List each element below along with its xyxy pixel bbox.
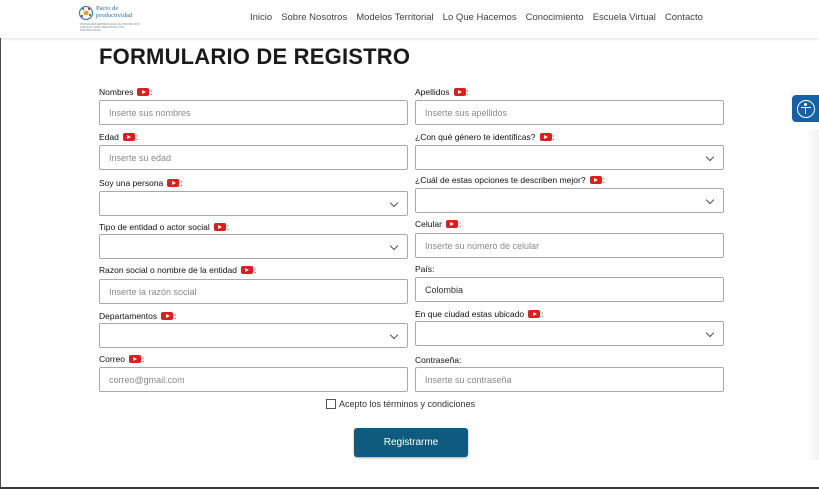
youtube-icon[interactable]: [213, 223, 226, 231]
opciones-label: ¿Cuál de estas opciones te describen mej…: [415, 175, 605, 185]
youtube-icon[interactable]: [122, 133, 135, 141]
persona-label: Soy una persona:: [99, 178, 183, 188]
youtube-icon[interactable]: [167, 179, 180, 187]
edad-input[interactable]: Inserte su edad: [99, 145, 408, 170]
edad-label: Edad:: [99, 132, 139, 142]
terms-row: Acepto los términos y condiciones: [326, 399, 475, 409]
youtube-icon[interactable]: [128, 355, 141, 363]
chevron-down-icon: [705, 195, 715, 205]
chevron-down-icon: [389, 330, 399, 340]
nombres-label: Nombres:: [99, 87, 153, 97]
correo-input[interactable]: correo@gmail.com: [99, 367, 408, 392]
pais-input[interactable]: Colombia: [415, 277, 724, 302]
nombres-input[interactable]: Inserte sus nombres: [99, 100, 408, 125]
youtube-icon[interactable]: [453, 88, 466, 96]
nav-item-sobre-nosotros[interactable]: Sobre Nosotros: [281, 12, 347, 23]
logo-subtext: PROGRAMA EMPRESARIAL DE PROMOCIÓN LABORA…: [80, 22, 140, 32]
departamentos-label: Departamentos:: [99, 311, 177, 321]
apellidos-input[interactable]: Inserte sus apellidos: [415, 100, 724, 125]
chevron-down-icon: [705, 152, 715, 162]
youtube-icon[interactable]: [445, 220, 458, 228]
accessibility-icon: [796, 99, 815, 118]
main-nav: Inicio Sobre Nosotros Modelos Territoria…: [250, 12, 712, 23]
chevron-down-icon: [705, 328, 715, 338]
nav-item-lo-que-hacemos[interactable]: Lo Que Hacemos: [443, 12, 517, 23]
site-header: Pacto de productividad PROGRAMA EMPRESAR…: [0, 0, 819, 38]
youtube-icon[interactable]: [589, 176, 602, 184]
youtube-icon[interactable]: [240, 266, 253, 274]
genero-select[interactable]: [415, 145, 724, 170]
logo-title: Pacto de productividad: [96, 5, 133, 19]
youtube-icon[interactable]: [161, 312, 174, 320]
nav-item-modelos-territorial[interactable]: Modelos Territorial: [356, 12, 433, 23]
right-edge-shade: [806, 130, 819, 460]
genero-label: ¿Con qué género te identificas?:: [415, 132, 555, 142]
chevron-down-icon: [389, 241, 399, 251]
opciones-select[interactable]: [415, 188, 724, 213]
youtube-icon[interactable]: [528, 310, 541, 318]
ciudad-label: En que ciudad estas ubicado:: [415, 309, 544, 319]
ciudad-select[interactable]: [415, 321, 724, 346]
contrasena-label: Contraseña:: [415, 355, 462, 365]
apellidos-label: Apellidos:: [415, 87, 469, 97]
youtube-icon[interactable]: [137, 88, 150, 96]
departamentos-select[interactable]: [99, 323, 408, 348]
razon-social-label: Razon social o nombre de la entidad:: [99, 265, 257, 275]
nav-item-escuela-virtual[interactable]: Escuela Virtual: [593, 12, 656, 23]
razon-social-input[interactable]: Inserte la razón social: [99, 279, 408, 304]
celular-label: Celular:: [415, 219, 462, 229]
pais-label: País:: [415, 264, 435, 274]
persona-select[interactable]: [99, 191, 408, 216]
chevron-down-icon: [389, 198, 399, 208]
accessibility-button[interactable]: [792, 95, 819, 122]
youtube-icon[interactable]: [539, 133, 552, 141]
page-title: FORMULARIO DE REGISTRO: [99, 44, 411, 69]
entidad-label: Tipo de entidad o actor social:: [99, 222, 230, 232]
celular-input[interactable]: Inserte su número de celular: [415, 233, 724, 258]
terms-checkbox[interactable]: [326, 399, 336, 409]
contrasena-input[interactable]: Inserte su contraseña: [415, 367, 724, 392]
register-button[interactable]: Registrarme: [354, 428, 468, 457]
nav-item-inicio[interactable]: Inicio: [250, 12, 272, 23]
nav-item-contacto[interactable]: Contacto: [665, 12, 703, 23]
nav-item-conocimiento[interactable]: Conocimiento: [526, 12, 584, 23]
terms-label[interactable]: Acepto los términos y condiciones: [339, 399, 475, 409]
correo-label: Correo:: [99, 354, 145, 364]
entidad-select[interactable]: [99, 234, 408, 259]
